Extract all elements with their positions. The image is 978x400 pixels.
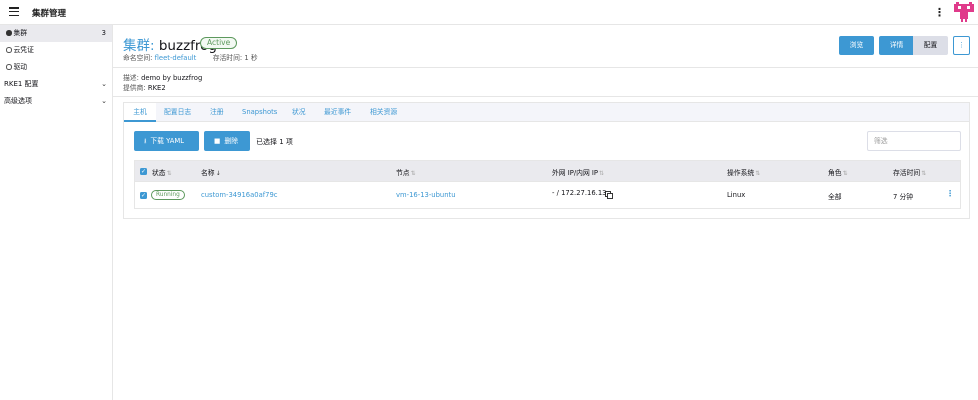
- sort-icon: ⇅: [755, 170, 761, 177]
- sort-icon: ⇅: [166, 170, 172, 177]
- top-bar: 集群管理 ⋮: [0, 0, 978, 25]
- tab-registration[interactable]: 注册: [210, 103, 224, 122]
- sidebar-group-advanced[interactable]: 高级选项 ⌄: [0, 93, 112, 110]
- sidebar-group-rke1-config[interactable]: RKE1 配置 ⌄: [0, 76, 112, 93]
- tab-bar: 主机 配置日志 注册 Snapshots 状况 最近事件 相关资源: [124, 103, 969, 122]
- table-row[interactable]: ✓ Running custom-34916a0af79c vm-16-13-u…: [134, 182, 961, 209]
- ip-value: - / 172.27.16.13: [552, 189, 607, 197]
- column-header-age[interactable]: 存活时间⇅: [893, 167, 926, 177]
- sort-icon: ⇅: [842, 170, 848, 177]
- sort-icon: ⇅: [599, 170, 605, 177]
- sort-icon: ⇅: [921, 170, 927, 177]
- column-header-os[interactable]: 操作系统⇅: [727, 167, 760, 177]
- column-header-role[interactable]: 角色⇅: [828, 167, 848, 177]
- download-yaml-label: 下载 YAML: [150, 137, 185, 145]
- machine-name-link[interactable]: custom-34916a0af79c: [201, 191, 278, 199]
- circle-icon: [6, 47, 12, 53]
- column-header-name[interactable]: 名称↓: [201, 167, 221, 177]
- provider-label: 提供商:: [123, 84, 146, 92]
- tab-related-resources[interactable]: 相关资源: [370, 103, 397, 122]
- sidebar-item-drivers[interactable]: 驱动: [0, 59, 112, 76]
- circle-icon: [6, 30, 12, 36]
- select-all-checkbox[interactable]: ✓: [140, 168, 147, 175]
- download-icon: ⭳: [144, 137, 147, 145]
- age-label: 存活时间:: [212, 54, 243, 62]
- sort-icon: ⇅: [410, 170, 416, 177]
- status-badge: Active: [200, 37, 238, 49]
- status-badge: Running: [151, 190, 185, 200]
- tab-provisioning-log[interactable]: 配置日志: [164, 103, 191, 122]
- tab-snapshots[interactable]: Snapshots: [242, 103, 277, 122]
- delete-button[interactable]: ■ 删除: [204, 131, 250, 151]
- namespace-link[interactable]: fleet-default: [155, 54, 197, 62]
- copy-icon[interactable]: [605, 191, 613, 199]
- tab-recent-events[interactable]: 最近事件: [324, 103, 351, 122]
- cluster-meta: 命名空间: fleet-default 存活时间: 1 秒: [123, 52, 258, 62]
- age-value: 1 秒: [244, 54, 258, 62]
- browse-button[interactable]: 浏览: [839, 36, 874, 55]
- sort-down-icon: ↓: [215, 170, 221, 177]
- description-value: demo by buzzfrog: [141, 74, 203, 82]
- sidebar-item-label: 云凭证: [13, 46, 34, 54]
- delete-label: 删除: [224, 137, 239, 145]
- download-yaml-button[interactable]: ⭳ 下载 YAML: [134, 131, 199, 151]
- provider: 提供商: RKE2: [123, 82, 166, 92]
- sidebar-group-label: RKE1 配置: [4, 80, 39, 88]
- chevron-down-icon: ⌄: [101, 80, 107, 88]
- config-button[interactable]: 配置: [913, 36, 948, 55]
- selection-count: 已选择 1 项: [256, 138, 293, 146]
- divider: [113, 67, 978, 68]
- description-label: 描述:: [123, 74, 139, 82]
- table-header: ✓ 状态⇅ 名称↓ 节点⇅ 外网 IP/内网 IP⇅ 操作系统⇅ 角色⇅ 存活时…: [134, 160, 961, 182]
- sidebar-item-clusters[interactable]: 集群 3: [0, 25, 112, 42]
- age-value: 7 分钟: [893, 193, 914, 201]
- details-button[interactable]: 详情: [879, 36, 914, 55]
- sidebar-item-label: 集群: [13, 29, 28, 37]
- trash-icon: ■: [214, 137, 221, 145]
- row-checkbox[interactable]: ✓: [140, 192, 147, 199]
- tabs-card: 主机 配置日志 注册 Snapshots 状况 最近事件 相关资源 ⭳ 下载 YA…: [123, 102, 970, 219]
- node-link[interactable]: vm-16-13-ubuntu: [396, 191, 456, 199]
- rancher-logo-icon[interactable]: [954, 2, 974, 22]
- tab-machines[interactable]: 主机: [124, 103, 156, 122]
- circle-icon: [6, 64, 12, 70]
- divider: [113, 96, 978, 97]
- role-value: 全部: [828, 193, 842, 201]
- sidebar-group-label: 高级选项: [4, 97, 32, 105]
- sidebar-item-cloud-credentials[interactable]: 云凭证: [0, 42, 112, 59]
- row-actions-icon[interactable]: ⋮: [946, 189, 954, 198]
- provider-value: RKE2: [147, 84, 166, 92]
- namespace-label: 命名空间:: [123, 54, 153, 62]
- hamburger-menu-icon[interactable]: [9, 7, 19, 17]
- more-actions-button[interactable]: ⋮: [953, 36, 970, 55]
- sidebar: 集群 3 云凭证 驱动 RKE1 配置 ⌄ 高级选项 ⌄: [0, 25, 113, 400]
- column-header-ip[interactable]: 外网 IP/内网 IP⇅: [552, 167, 604, 177]
- column-header-state[interactable]: 状态⇅: [152, 167, 172, 177]
- os-value: Linux: [727, 191, 746, 199]
- more-options-icon[interactable]: ⋮: [934, 6, 945, 19]
- app-title: 集群管理: [32, 9, 67, 19]
- tab-conditions[interactable]: 状况: [292, 103, 306, 122]
- chevron-down-icon: ⌄: [101, 97, 107, 105]
- description: 描述: demo by buzzfrog: [123, 72, 202, 82]
- filter-input[interactable]: 筛选: [867, 131, 961, 151]
- sidebar-item-count: 3: [101, 29, 106, 37]
- sidebar-item-label: 驱动: [13, 63, 28, 71]
- column-header-node[interactable]: 节点⇅: [396, 167, 416, 177]
